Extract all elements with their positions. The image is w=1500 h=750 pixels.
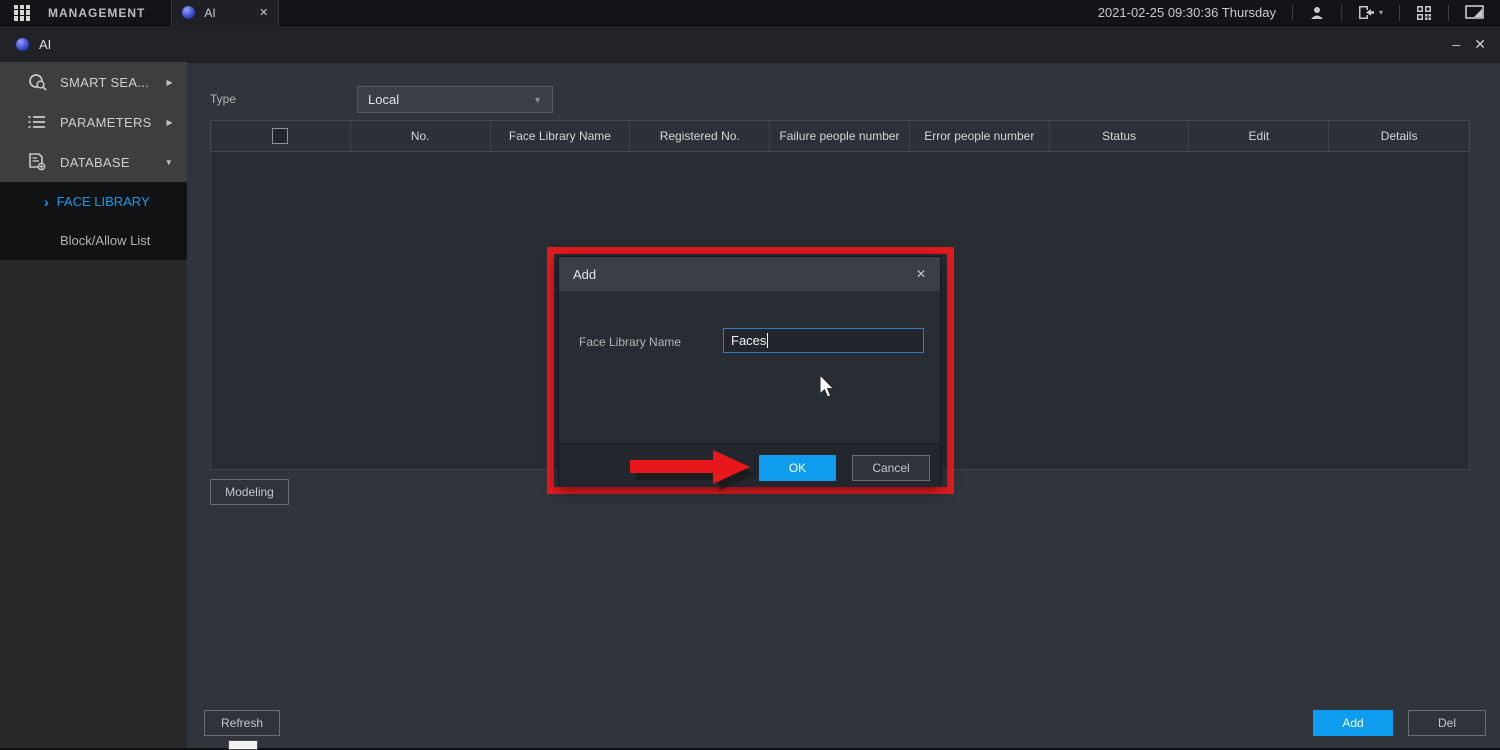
- logout-icon[interactable]: ▾: [1342, 5, 1399, 20]
- arrow-down-icon: ▼: [165, 158, 173, 167]
- sidebar-item-face-library[interactable]: › FACE LIBRARY: [0, 182, 187, 221]
- sidebar-subitem-label: Block/Allow List: [60, 233, 150, 248]
- table-header-failure-people-number: Failure people number: [770, 121, 910, 151]
- input-value: Faces: [731, 333, 766, 348]
- qr-code-icon[interactable]: [1400, 5, 1448, 21]
- cancel-button[interactable]: Cancel: [852, 455, 930, 481]
- table-header-select: [211, 121, 351, 151]
- smart-search-icon: [28, 73, 48, 91]
- table-header-registered-no: Registered No.: [630, 121, 770, 151]
- tab-ai-label: AI: [204, 6, 259, 20]
- window-title: AI: [39, 37, 51, 52]
- table-header-error-people-number: Error people number: [910, 121, 1050, 151]
- modeling-button[interactable]: Modeling: [210, 479, 289, 505]
- arrow-right-icon: ▶: [167, 118, 173, 127]
- text-caret: [767, 333, 768, 348]
- sidebar-item-label: SMART SEA...: [60, 75, 149, 90]
- sidebar-subitem-label: FACE LIBRARY: [57, 194, 150, 209]
- sidebar-item-block-allow-list[interactable]: Block/Allow List: [0, 221, 187, 260]
- partial-popup-edge: [228, 740, 258, 750]
- datetime-display: 2021-02-25 09:30:36 Thursday: [1098, 5, 1292, 20]
- display-output-icon[interactable]: [1449, 5, 1500, 20]
- table-header-no: No.: [351, 121, 491, 151]
- dialog-titlebar: Add ✕: [559, 257, 940, 291]
- sidebar-item-label: PARAMETERS: [60, 115, 152, 130]
- ok-button[interactable]: OK: [759, 455, 836, 481]
- tab-ai[interactable]: AI ✕: [171, 0, 279, 26]
- sidebar-item-smart-search[interactable]: SMART SEA... ▶: [0, 62, 187, 102]
- apps-grid-icon[interactable]: [14, 5, 30, 21]
- table-header-details: Details: [1329, 121, 1469, 151]
- chevron-down-icon: ▼: [533, 95, 542, 105]
- type-dropdown[interactable]: Local ▼: [357, 86, 553, 113]
- minimize-button[interactable]: –: [1452, 36, 1460, 53]
- close-button[interactable]: ✕: [1474, 36, 1486, 53]
- dialog-footer: OK Cancel: [559, 443, 940, 487]
- sidebar-item-parameters[interactable]: PARAMETERS ▶: [0, 102, 187, 142]
- dialog-title: Add: [573, 267, 596, 282]
- window-titlebar: AI – ✕: [0, 26, 1500, 62]
- refresh-button[interactable]: Refresh: [204, 710, 280, 736]
- ai-orb-icon: [16, 38, 29, 51]
- management-title[interactable]: MANAGEMENT: [48, 6, 145, 20]
- add-dialog: Add ✕ Face Library Name Faces OK Cancel: [558, 256, 941, 486]
- table-header-face-library-name: Face Library Name: [491, 121, 631, 151]
- top-taskbar: MANAGEMENT AI ✕ 2021-02-25 09:30:36 Thur…: [0, 0, 1500, 26]
- face-library-name-label: Face Library Name: [579, 335, 681, 349]
- table-header-edit: Edit: [1189, 121, 1329, 151]
- arrow-right-icon: ▶: [167, 78, 173, 87]
- table-header-status: Status: [1050, 121, 1190, 151]
- sidebar-item-database[interactable]: DATABASE ▼: [0, 142, 187, 182]
- chevron-down-icon: ▾: [1379, 8, 1383, 17]
- table-header-row: No. Face Library Name Registered No. Fai…: [210, 120, 1470, 152]
- tab-close-icon[interactable]: ✕: [259, 6, 268, 19]
- ai-orb-icon: [182, 6, 195, 19]
- chevron-right-icon: ›: [44, 194, 49, 210]
- dialog-close-icon[interactable]: ✕: [916, 267, 926, 281]
- select-all-checkbox[interactable]: [272, 128, 288, 144]
- type-label: Type: [210, 92, 236, 106]
- sidebar: SMART SEA... ▶ PARAMETERS ▶ DATABASE ▼ ›…: [0, 62, 187, 748]
- face-library-name-input[interactable]: Faces: [723, 328, 924, 353]
- sidebar-item-label: DATABASE: [60, 155, 130, 170]
- del-button[interactable]: Del: [1408, 710, 1486, 736]
- user-account-icon[interactable]: [1293, 5, 1341, 21]
- database-icon: [28, 153, 48, 171]
- parameters-list-icon: [28, 114, 48, 130]
- add-button[interactable]: Add: [1313, 710, 1393, 736]
- type-dropdown-value: Local: [368, 92, 533, 107]
